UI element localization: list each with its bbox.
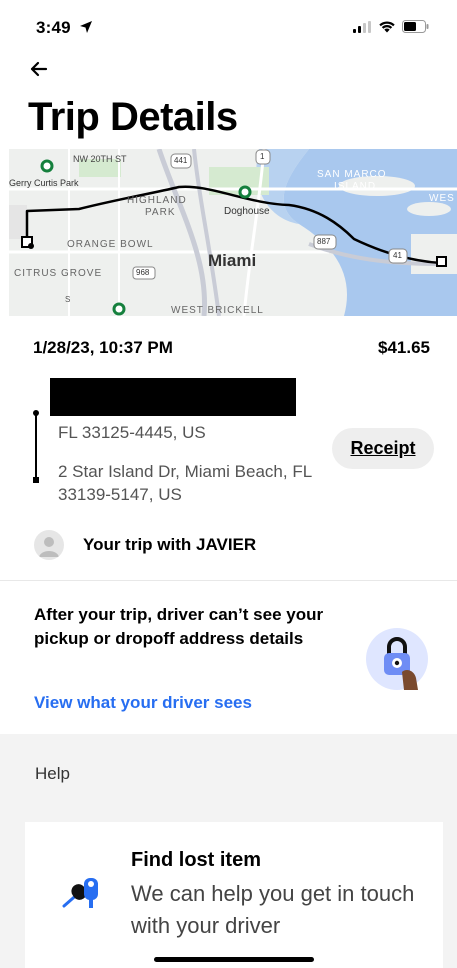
map-canvas (9, 149, 457, 316)
view-driver-sees-link[interactable]: View what your driver sees (34, 693, 252, 713)
receipt-button[interactable]: Receipt (332, 428, 434, 469)
map-label-park: Gerry Curtis Park (9, 178, 79, 188)
lost-keys-icon (60, 870, 106, 916)
driver-name: Your trip with JAVIER (83, 535, 257, 554)
map-label-orange-bowl: ORANGE BOWL (67, 239, 154, 250)
map-label-park-2: PARK (145, 207, 176, 218)
home-indicator[interactable] (154, 957, 314, 962)
trip-date: 1/28/23, 10:37 PM (33, 338, 173, 357)
person-icon (39, 537, 59, 557)
map-label-wes: WES (429, 193, 455, 204)
pickup-dot-icon (33, 410, 39, 416)
map-label-citrus-grove: CITRUS GROVE (14, 268, 103, 279)
map-label-west-brickell: WEST BRICKELL (171, 305, 264, 316)
map-shield-968: 968 (136, 268, 150, 277)
status-bar: 3:49 (0, 0, 457, 52)
trip-price: $41.65 (378, 338, 430, 357)
cellular-signal-icon (353, 20, 371, 33)
map-shield-41: 41 (393, 251, 402, 260)
map-shield-1: 1 (260, 152, 265, 161)
back-button[interactable] (26, 54, 56, 84)
section-divider (0, 580, 457, 581)
map-label-doghouse: Doghouse (224, 206, 270, 217)
map-shield-441: 441 (174, 156, 188, 165)
route-connector-line (35, 413, 37, 479)
map-label-island: ISLAND (334, 181, 377, 192)
map-road-label: S (65, 295, 71, 304)
padlock-hand-icon (366, 628, 428, 690)
clock-time: 3:49 (36, 18, 71, 37)
map-label-miami: Miami (208, 251, 257, 270)
trip-map[interactable]: NW 20TH ST Gerry Curtis Park HIGHLAND PA… (9, 149, 457, 316)
pickup-address: FL 33125-4445, US (58, 423, 206, 442)
map-label-highland: HIGHLAND (127, 195, 187, 206)
map-label-san-marco: SAN MARCO (317, 169, 387, 180)
map-shield-887: 887 (317, 237, 331, 246)
find-lost-item-description: We can help you get in touch with your d… (131, 881, 415, 938)
help-heading: Help (35, 764, 70, 783)
dropoff-address: 2 Star Island Dr, Miami Beach, FL 33139-… (58, 462, 312, 504)
page-title: Trip Details (28, 95, 238, 139)
status-time: 3:49 (36, 18, 93, 38)
driver-avatar (34, 530, 64, 560)
dropoff-square-icon (33, 477, 39, 483)
battery-icon (402, 20, 429, 33)
redacted-pickup-address (50, 378, 296, 416)
location-arrow-icon (79, 21, 92, 33)
wifi-icon (379, 21, 395, 33)
back-arrow-icon (30, 61, 48, 77)
status-icons (352, 20, 429, 33)
map-label-street: NW 20TH ST (73, 154, 127, 164)
privacy-message: After your trip, driver can’t see your p… (34, 605, 324, 648)
find-lost-item-title: Find lost item (131, 849, 261, 871)
